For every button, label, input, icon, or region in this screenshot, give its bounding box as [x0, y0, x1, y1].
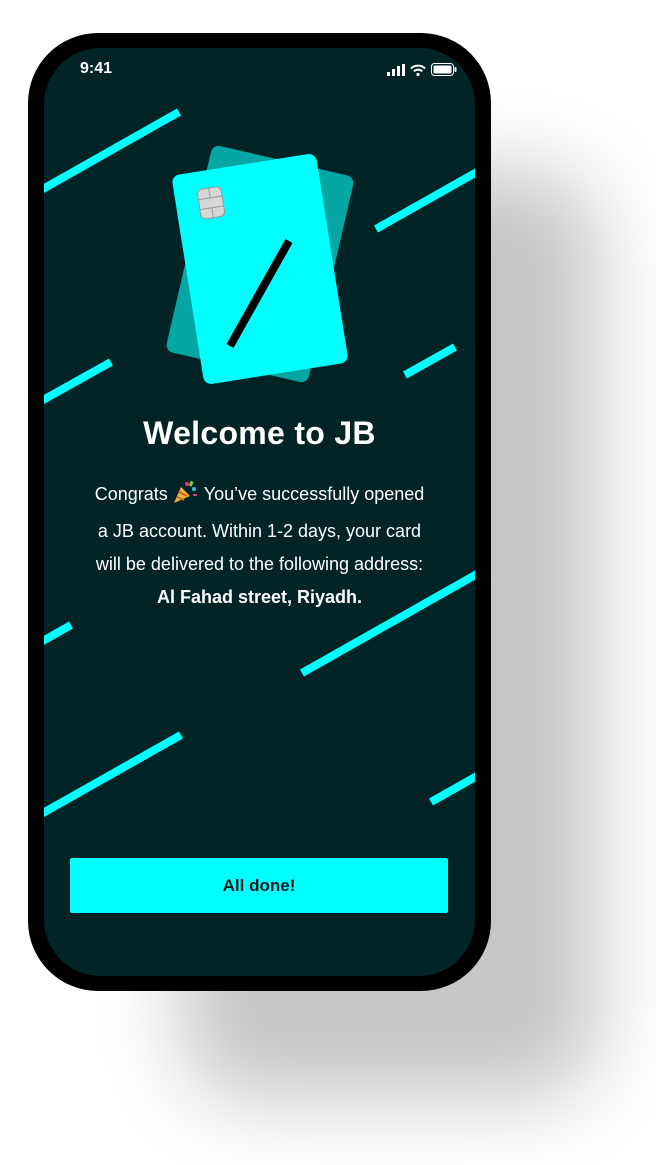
phone-frame: 9:41 Welcome to JB Congrats You’ve succe…: [28, 33, 491, 991]
battery-icon: [431, 63, 457, 76]
party-popper-icon: [172, 480, 198, 515]
success-text: You’ve successfully opened: [203, 484, 425, 504]
stage: 9:41 Welcome to JB Congrats You’ve succe…: [0, 0, 656, 1165]
signal-icon: [387, 64, 405, 76]
delivery-address: Al Fahad street, Riyadh.: [156, 587, 363, 607]
app-screen: 9:41 Welcome to JB Congrats You’ve succe…: [44, 48, 475, 976]
address-intro: will be delivered to the following addre…: [95, 554, 424, 574]
wifi-icon: [410, 64, 426, 76]
confirmation-message: Congrats You’ve successfully opened a JB…: [64, 478, 455, 614]
chip-icon: [197, 186, 226, 220]
delivery-text: a JB account. Within 1-2 days, your card: [97, 521, 422, 541]
status-icons: [387, 63, 457, 76]
status-bar: 9:41: [44, 48, 475, 92]
page-title: Welcome to JB: [143, 415, 376, 451]
congrats-text: Congrats: [94, 484, 168, 504]
all-done-button[interactable]: All done!: [70, 858, 448, 913]
status-time: 9:41: [80, 60, 113, 77]
